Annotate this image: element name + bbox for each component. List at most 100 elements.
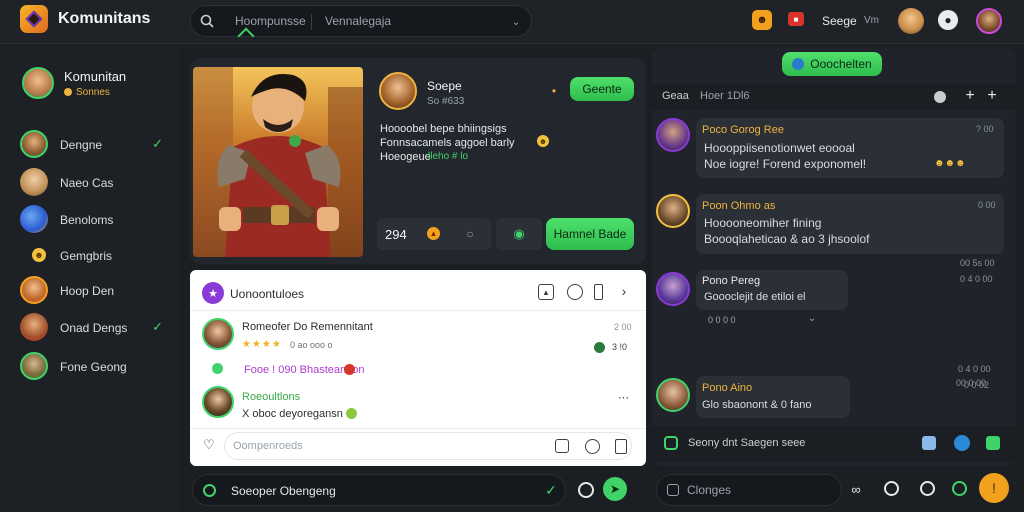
bottom-input-bar[interactable]: Soeoper Obengeng ✓: [192, 474, 566, 506]
heart-icon[interactable]: ♡: [202, 437, 216, 452]
link-icon[interactable]: ○: [463, 227, 477, 241]
check-shield-icon[interactable]: [954, 435, 970, 451]
send-icon[interactable]: ➤: [603, 477, 627, 501]
chat-input[interactable]: Clonges: [687, 483, 731, 497]
message-line2: Noe iogre! Forend exponomel!: [704, 157, 867, 171]
comment2-avatar[interactable]: [202, 386, 234, 418]
game-icon[interactable]: ☻: [752, 10, 772, 30]
sidebar: Komunitan Sonnes Dengne ✓ Naeo Cas Benol…: [0, 45, 180, 512]
clock-icon[interactable]: [567, 284, 583, 300]
chat-header: Geaa Hoer 1Dl6 + +: [652, 84, 1016, 110]
emoji-icon[interactable]: [884, 481, 899, 496]
sidebar-item-hoop-den[interactable]: Hoop Den: [18, 276, 173, 306]
clock-icon[interactable]: [578, 482, 594, 498]
sidebar-profile-avatar[interactable]: [22, 67, 54, 99]
sidebar-item-label: Dengne: [60, 138, 103, 152]
sidebar-profile-name: Komunitan: [64, 69, 127, 84]
search-input[interactable]: Hoompunsse: [235, 14, 306, 28]
hero-bio-line1: Hoooobel bepe bhiingsigs: [380, 123, 507, 135]
comment-avatar[interactable]: [202, 318, 234, 350]
comment-placeholder: Oompenroeds: [233, 440, 303, 452]
image-icon[interactable]: ▲: [538, 284, 554, 300]
chevron-down-icon[interactable]: ⌄: [808, 313, 816, 324]
message-bubble: Pono Pereg Goooclejit de etiloi el: [696, 270, 848, 310]
message-author: Pono Pereg: [702, 275, 761, 287]
avatar: [20, 168, 48, 196]
chevron-down-icon[interactable]: ⌄: [509, 15, 523, 29]
message-avatar[interactable]: [656, 272, 690, 306]
bookmark-icon[interactable]: [594, 284, 603, 300]
hero-icon-box[interactable]: ◉: [496, 218, 542, 250]
chat-top-button-label: Ooochelten: [810, 57, 872, 71]
compose-text[interactable]: Seony dnt Saegen seee: [688, 437, 805, 449]
share-icon[interactable]: ›: [616, 282, 632, 300]
emoji-picker-icon[interactable]: [585, 439, 600, 454]
reaction-icon[interactable]: [594, 342, 605, 353]
comment1-name: Romeofer Do Remennitant: [242, 321, 373, 333]
fire-icon[interactable]: ▲: [427, 227, 440, 240]
upload-icon[interactable]: [922, 436, 936, 450]
message-avatar[interactable]: [656, 118, 690, 152]
notification-icon[interactable]: ■: [788, 12, 804, 26]
emoji-icon: [346, 408, 357, 419]
refresh-icon[interactable]: [664, 436, 678, 450]
bottom-input-text[interactable]: Soeoper Obengeng: [231, 484, 336, 498]
hero-bio-line2: Fonnsacamels aggoel barly: [380, 137, 515, 149]
sticker-icon[interactable]: [920, 481, 935, 496]
emoji-icon: ☻: [537, 135, 549, 147]
hero-stat-box: 294 ▲ ○: [377, 218, 491, 250]
chat-top-button[interactable]: Ooochelten: [782, 52, 882, 76]
gift-icon[interactable]: [986, 436, 1000, 450]
comment1-meta: 0 ao ooo o: [290, 340, 333, 350]
divider: [311, 14, 312, 30]
sidebar-item-gemgbris[interactable]: ☻ Gemgbris: [18, 241, 173, 271]
app-brand: Komunitans: [58, 10, 151, 27]
gif-icon[interactable]: [952, 481, 967, 496]
pen-icon[interactable]: ✓: [543, 481, 559, 499]
hero-avatar[interactable]: [379, 72, 417, 110]
attach-icon[interactable]: [555, 439, 569, 453]
comment-input[interactable]: Oompenroeds: [224, 432, 632, 460]
message-author: Poco Gorog Ree: [702, 124, 784, 136]
check-icon: ✓: [152, 319, 163, 334]
post-panel: ★ Uonoontuloes ▲ › Romeofer Do Remennita…: [190, 270, 646, 466]
message-avatar[interactable]: [656, 194, 690, 228]
add-member-icon[interactable]: +: [984, 87, 1000, 105]
message-bubble: Poco Gorog Ree Hoooppiisenotionwet eoooa…: [696, 118, 1004, 178]
sidebar-item-onad-dengs[interactable]: Onad Dengs ✓: [18, 313, 173, 343]
chat-input-bar[interactable]: Clonges: [656, 474, 842, 506]
follow-button[interactable]: Geente: [570, 77, 634, 101]
search-icon[interactable]: [199, 13, 215, 29]
sidebar-item-dengne[interactable]: Dengne ✓: [18, 130, 173, 160]
sidebar-item-fone-geong[interactable]: Fone Geong: [18, 352, 173, 382]
voice-icon[interactable]: !: [979, 473, 1009, 503]
settings-icon[interactable]: ●: [938, 10, 958, 30]
link-badge-icon: [212, 363, 223, 374]
emoji-icon: ☻: [32, 248, 46, 262]
hero-bio-tag[interactable]: lleho # lo: [428, 151, 468, 162]
user-label: Seege: [822, 14, 857, 28]
message-avatar[interactable]: [656, 378, 690, 412]
profile-avatar[interactable]: [976, 8, 1002, 34]
app-logo-icon[interactable]: [20, 5, 48, 33]
user-avatar[interactable]: [898, 8, 924, 34]
sidebar-item-naeo-cas[interactable]: Naeo Cas: [18, 168, 173, 198]
user-sub: Vm: [864, 15, 879, 26]
hero-action-button[interactable]: Hamnel Bade: [546, 218, 634, 250]
add-icon[interactable]: +: [962, 87, 978, 105]
link-icon[interactable]: ∞: [848, 480, 864, 498]
avatar: [20, 130, 48, 158]
more-icon[interactable]: ⋯: [618, 391, 629, 404]
message-bubble: Poon Ohmo as Hooooneomiher fining Boooql…: [696, 194, 1004, 254]
attach-icon[interactable]: [667, 484, 679, 496]
hero-name: Soepe: [427, 79, 462, 93]
info-icon[interactable]: [934, 91, 946, 103]
gif-icon[interactable]: [615, 439, 627, 454]
reaction-icons[interactable]: ☻☻☻: [934, 158, 966, 169]
sidebar-item-benoloms[interactable]: Benoloms: [18, 205, 173, 235]
search-filter[interactable]: Vennalegaja: [325, 14, 391, 28]
hero-handle: So #633: [427, 96, 465, 107]
more-options-icon[interactable]: •: [545, 82, 563, 100]
message-time: 0 0 02: [964, 380, 990, 390]
gamepad-icon: ◉: [513, 226, 525, 241]
